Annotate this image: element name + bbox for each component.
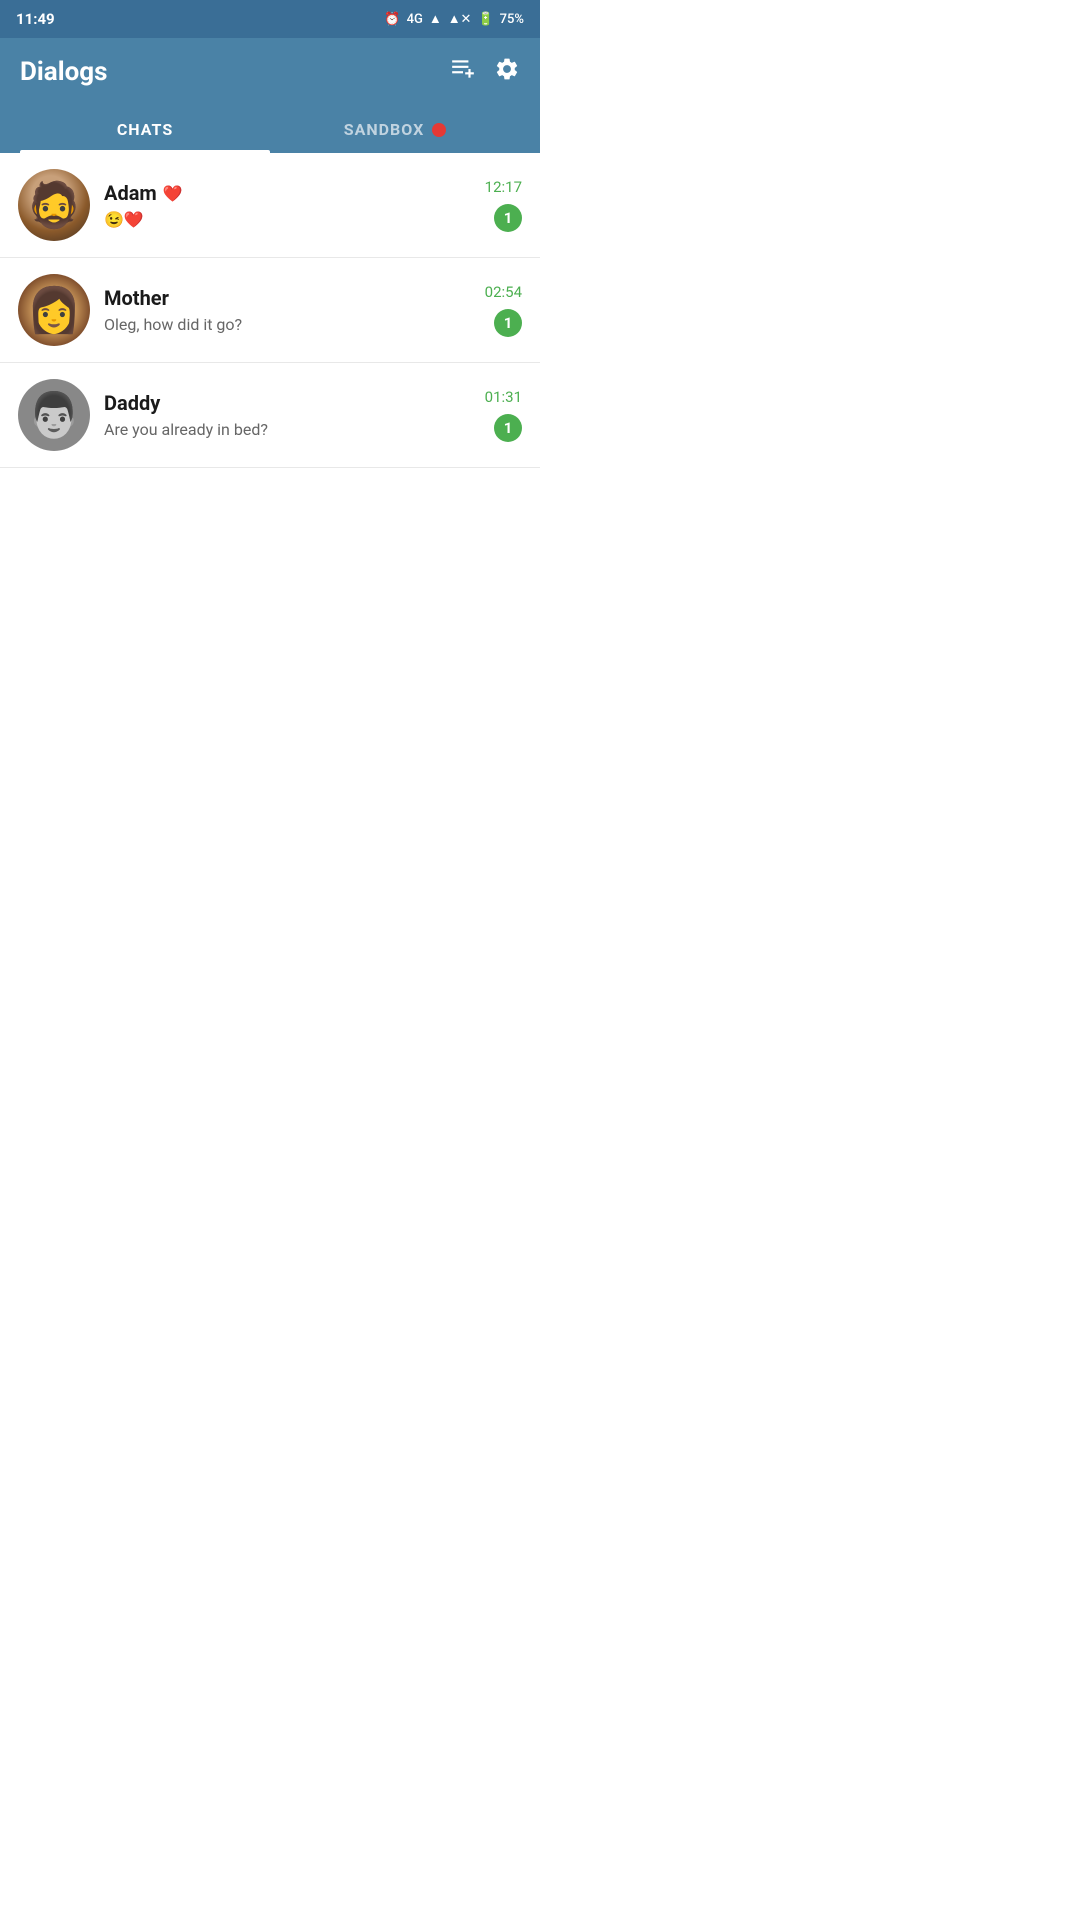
chat-content-mother: Mother Oleg, how did it go? bbox=[104, 286, 471, 334]
tab-chats[interactable]: CHATS bbox=[20, 106, 270, 153]
compose-button[interactable] bbox=[450, 56, 476, 88]
chat-item-daddy[interactable]: Daddy Are you already in bed? 01:31 1 bbox=[0, 363, 540, 468]
chat-name-row-daddy: Daddy bbox=[104, 391, 471, 415]
avatar-adam bbox=[18, 169, 90, 241]
avatar-mother bbox=[18, 274, 90, 346]
chat-badge-daddy: 1 bbox=[494, 414, 522, 442]
battery-icon: 🔋 bbox=[477, 12, 493, 27]
chat-time-daddy: 01:31 bbox=[485, 388, 522, 406]
chat-badge-adam: 1 bbox=[494, 204, 522, 232]
chat-name-mother: Mother bbox=[104, 286, 169, 310]
chat-time-mother: 02:54 bbox=[485, 283, 522, 301]
tabs: CHATS SANDBOX bbox=[20, 106, 520, 153]
status-icons: ⏰ 4G ▲ ▲✕ 🔋 75% bbox=[384, 11, 524, 27]
header-actions bbox=[450, 56, 520, 88]
settings-button[interactable] bbox=[494, 56, 520, 88]
header: Dialogs CHATS bbox=[0, 38, 540, 153]
chat-message-mother: Oleg, how did it go? bbox=[104, 315, 471, 334]
header-top: Dialogs bbox=[20, 56, 520, 106]
battery-percent: 75% bbox=[500, 12, 524, 27]
page-title: Dialogs bbox=[20, 57, 107, 87]
chat-name-row-adam: Adam ❤️ bbox=[104, 181, 471, 205]
chat-meta-adam: 12:17 1 bbox=[485, 178, 522, 232]
chat-time-adam: 12:17 bbox=[485, 178, 522, 196]
status-bar: 11:49 ⏰ 4G ▲ ▲✕ 🔋 75% bbox=[0, 0, 540, 38]
avatar-daddy bbox=[18, 379, 90, 451]
chat-name-daddy: Daddy bbox=[104, 391, 160, 415]
chat-message-adam: 😉❤️ bbox=[104, 210, 471, 229]
compose-icon bbox=[450, 56, 476, 82]
tab-sandbox[interactable]: SANDBOX bbox=[270, 106, 520, 153]
status-time: 11:49 bbox=[16, 10, 55, 28]
chat-badge-mother: 1 bbox=[494, 309, 522, 337]
chat-content-adam: Adam ❤️ 😉❤️ bbox=[104, 181, 471, 229]
chat-name-row-mother: Mother bbox=[104, 286, 471, 310]
chat-name-adam: Adam bbox=[104, 181, 157, 205]
chat-message-daddy: Are you already in bed? bbox=[104, 420, 471, 439]
sandbox-notification-dot bbox=[432, 123, 446, 137]
chat-meta-mother: 02:54 1 bbox=[485, 283, 522, 337]
chat-list: Adam ❤️ 😉❤️ 12:17 1 Mother Oleg, how did… bbox=[0, 153, 540, 468]
signal-bars-icon: ▲ bbox=[429, 11, 442, 27]
signal-label: 4G bbox=[407, 12, 423, 27]
clock-icon: ⏰ bbox=[384, 12, 400, 27]
chat-content-daddy: Daddy Are you already in bed? bbox=[104, 391, 471, 439]
chat-name-emoji-adam: ❤️ bbox=[163, 184, 183, 203]
chat-item-mother[interactable]: Mother Oleg, how did it go? 02:54 1 bbox=[0, 258, 540, 363]
chat-meta-daddy: 01:31 1 bbox=[485, 388, 522, 442]
gear-icon bbox=[494, 56, 520, 82]
signal-x-icon: ▲✕ bbox=[448, 11, 472, 27]
chat-item-adam[interactable]: Adam ❤️ 😉❤️ 12:17 1 bbox=[0, 153, 540, 258]
